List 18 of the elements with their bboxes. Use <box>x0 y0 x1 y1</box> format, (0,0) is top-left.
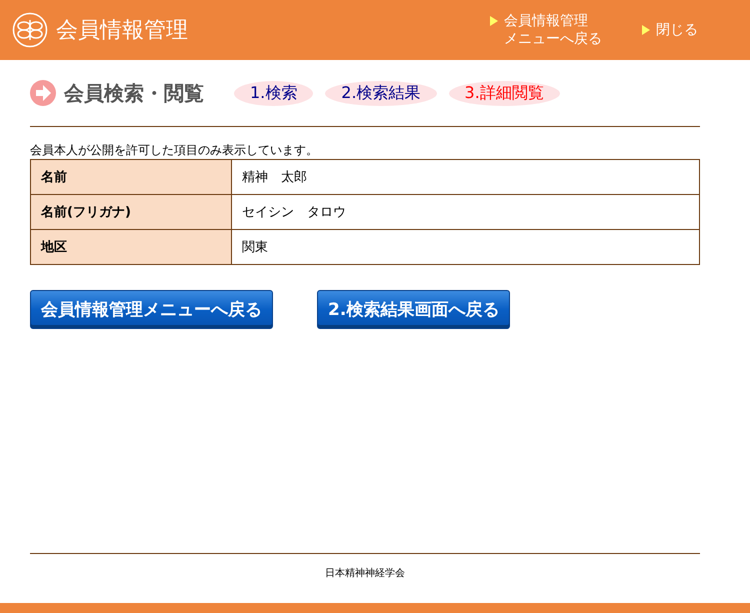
field-value: 関東 <box>232 230 700 264</box>
notice-text: 会員本人が公開を許可した項目のみ表示しています。 <box>30 142 319 159</box>
step-tab[interactable]: 3.詳細閲覧 <box>448 80 560 106</box>
back-button[interactable]: 会員情報管理メニューへ戻る <box>30 290 273 329</box>
field-label: 名前 <box>30 160 232 194</box>
page-heading: 会員検索・閲覧 <box>64 80 204 106</box>
field-value: 精神 太郎 <box>232 160 700 194</box>
logo-icon <box>12 12 48 48</box>
triangle-icon <box>490 16 498 26</box>
app-title: 会員情報管理 <box>56 17 189 45</box>
field-value: セイシン タロウ <box>232 194 700 230</box>
back-button[interactable]: 2.検索結果画面へ戻る <box>317 290 510 329</box>
field-label: 名前(フリガナ) <box>30 194 232 230</box>
step-tab[interactable]: 1.検索 <box>234 80 314 106</box>
field-label: 地区 <box>30 230 232 264</box>
footer-text: 日本精神神経学会 <box>325 566 405 581</box>
triangle-icon <box>642 25 650 35</box>
step-tab[interactable]: 2.検索結果 <box>325 80 437 106</box>
